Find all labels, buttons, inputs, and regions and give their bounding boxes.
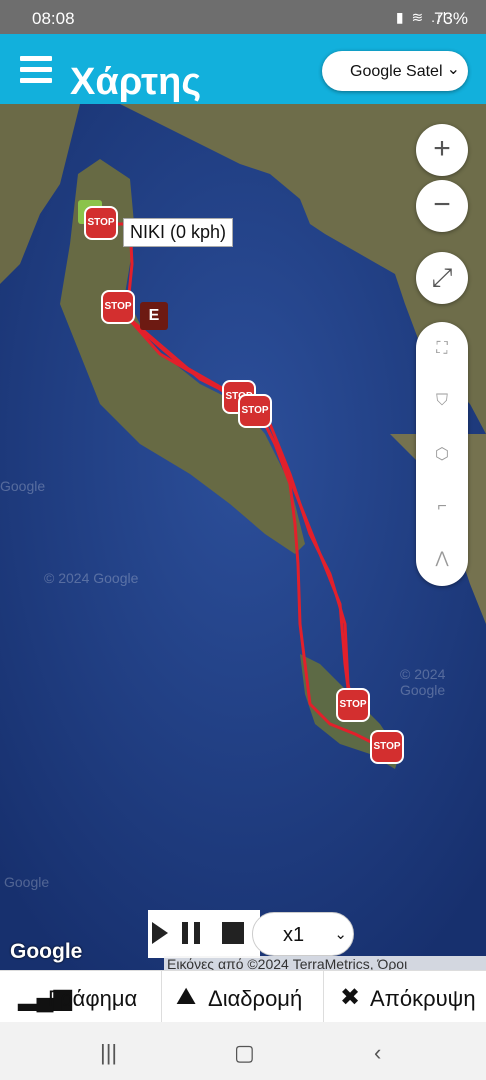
shield-icon[interactable]: ⛉ bbox=[416, 386, 468, 416]
playback-controls: x1 ⌄ bbox=[148, 908, 354, 960]
zoom-out-button[interactable]: − bbox=[416, 180, 468, 232]
fullscreen-icon[interactable]: ⤢ bbox=[416, 252, 468, 304]
map-watermark-short: Google bbox=[0, 478, 46, 494]
corner-icon[interactable]: ⌐ bbox=[416, 492, 468, 522]
polygon-icon[interactable]: ⬡ bbox=[416, 440, 468, 470]
tab-hide-label: Απόκρυψη bbox=[370, 986, 476, 1011]
pause-icon[interactable] bbox=[182, 922, 200, 944]
stop-marker[interactable]: STOP bbox=[84, 206, 118, 240]
map-view[interactable]: © 2024 Google © 2024 Google Google Googl… bbox=[0, 104, 486, 970]
stop-icon[interactable] bbox=[222, 922, 244, 944]
stop-marker[interactable]: STOP bbox=[101, 290, 135, 324]
tab-chart[interactable]: ▂▄▆ Γράφημα bbox=[0, 971, 162, 1023]
navigation-icon[interactable]: ⋀ bbox=[416, 544, 468, 574]
google-logo: Google bbox=[10, 940, 83, 963]
chevron-down-icon: ⌄ bbox=[446, 61, 460, 78]
status-bar: 08:08 ▮ ≋ .ıl 73% bbox=[0, 0, 486, 34]
menu-icon[interactable] bbox=[20, 56, 52, 84]
play-icon[interactable] bbox=[152, 922, 168, 944]
satellite-map bbox=[0, 104, 486, 970]
stop-marker[interactable]: STOP bbox=[336, 688, 370, 722]
page-title: Χάρτης bbox=[70, 61, 202, 103]
system-nav-bar: ||| ▢ ‹ bbox=[0, 1022, 486, 1080]
map-watermark: © 2024 Google bbox=[44, 570, 139, 586]
map-watermark: © 2024 Google bbox=[400, 666, 446, 698]
drawing-toolbar: ⛶ ⛉ ⬡ ⌐ ⋀ bbox=[416, 322, 468, 586]
speed-select[interactable]: x1 ⌄ bbox=[252, 912, 354, 956]
map-type-select[interactable]: Google Satellite ⌄ bbox=[322, 51, 468, 91]
vehicle-label: NIKI (0 kph) bbox=[123, 218, 234, 247]
fit-bounds-icon[interactable]: ⛶ bbox=[416, 334, 468, 364]
map-attribution[interactable]: Εικόνες από ©2024 TerraMetrics, Όροι bbox=[164, 956, 486, 970]
map-type-value: Google Satellite bbox=[350, 63, 442, 80]
status-time: 08:08 bbox=[32, 9, 75, 28]
tab-route-label: Διαδρομή bbox=[208, 986, 303, 1011]
app-bar: Χάρτης Google Satellite ⌄ bbox=[0, 34, 486, 104]
screen: 08:08 ▮ ≋ .ıl 73% Χάρτης Google Satellit… bbox=[0, 0, 486, 1080]
back-icon[interactable]: ‹ bbox=[374, 1040, 381, 1066]
speed-value: x1 bbox=[283, 924, 305, 946]
home-icon[interactable]: ▢ bbox=[234, 1040, 255, 1066]
chevron-down-icon: ⌄ bbox=[334, 926, 347, 943]
stop-marker[interactable]: STOP bbox=[370, 730, 404, 764]
recent-apps-icon[interactable]: ||| bbox=[100, 1040, 117, 1066]
tab-chart-label: Γράφημα bbox=[48, 986, 138, 1011]
tab-route[interactable]: ⛰ Διαδρομή bbox=[162, 971, 324, 1023]
end-marker[interactable]: E bbox=[140, 302, 168, 330]
bottom-tab-bar: ▂▄▆ Γράφημα ⛰ Διαδρομή ✖ Απόκρυψη bbox=[0, 970, 486, 1023]
tab-hide[interactable]: ✖ Απόκρυψη bbox=[324, 971, 486, 1023]
stop-marker[interactable]: STOP bbox=[238, 394, 272, 428]
battery-level: 73% bbox=[433, 9, 468, 28]
zoom-in-button[interactable]: + bbox=[416, 124, 468, 176]
road-icon: ⛰ bbox=[176, 983, 197, 1010]
map-watermark-short: Google bbox=[4, 874, 50, 890]
close-icon: ✖ bbox=[340, 984, 361, 1011]
